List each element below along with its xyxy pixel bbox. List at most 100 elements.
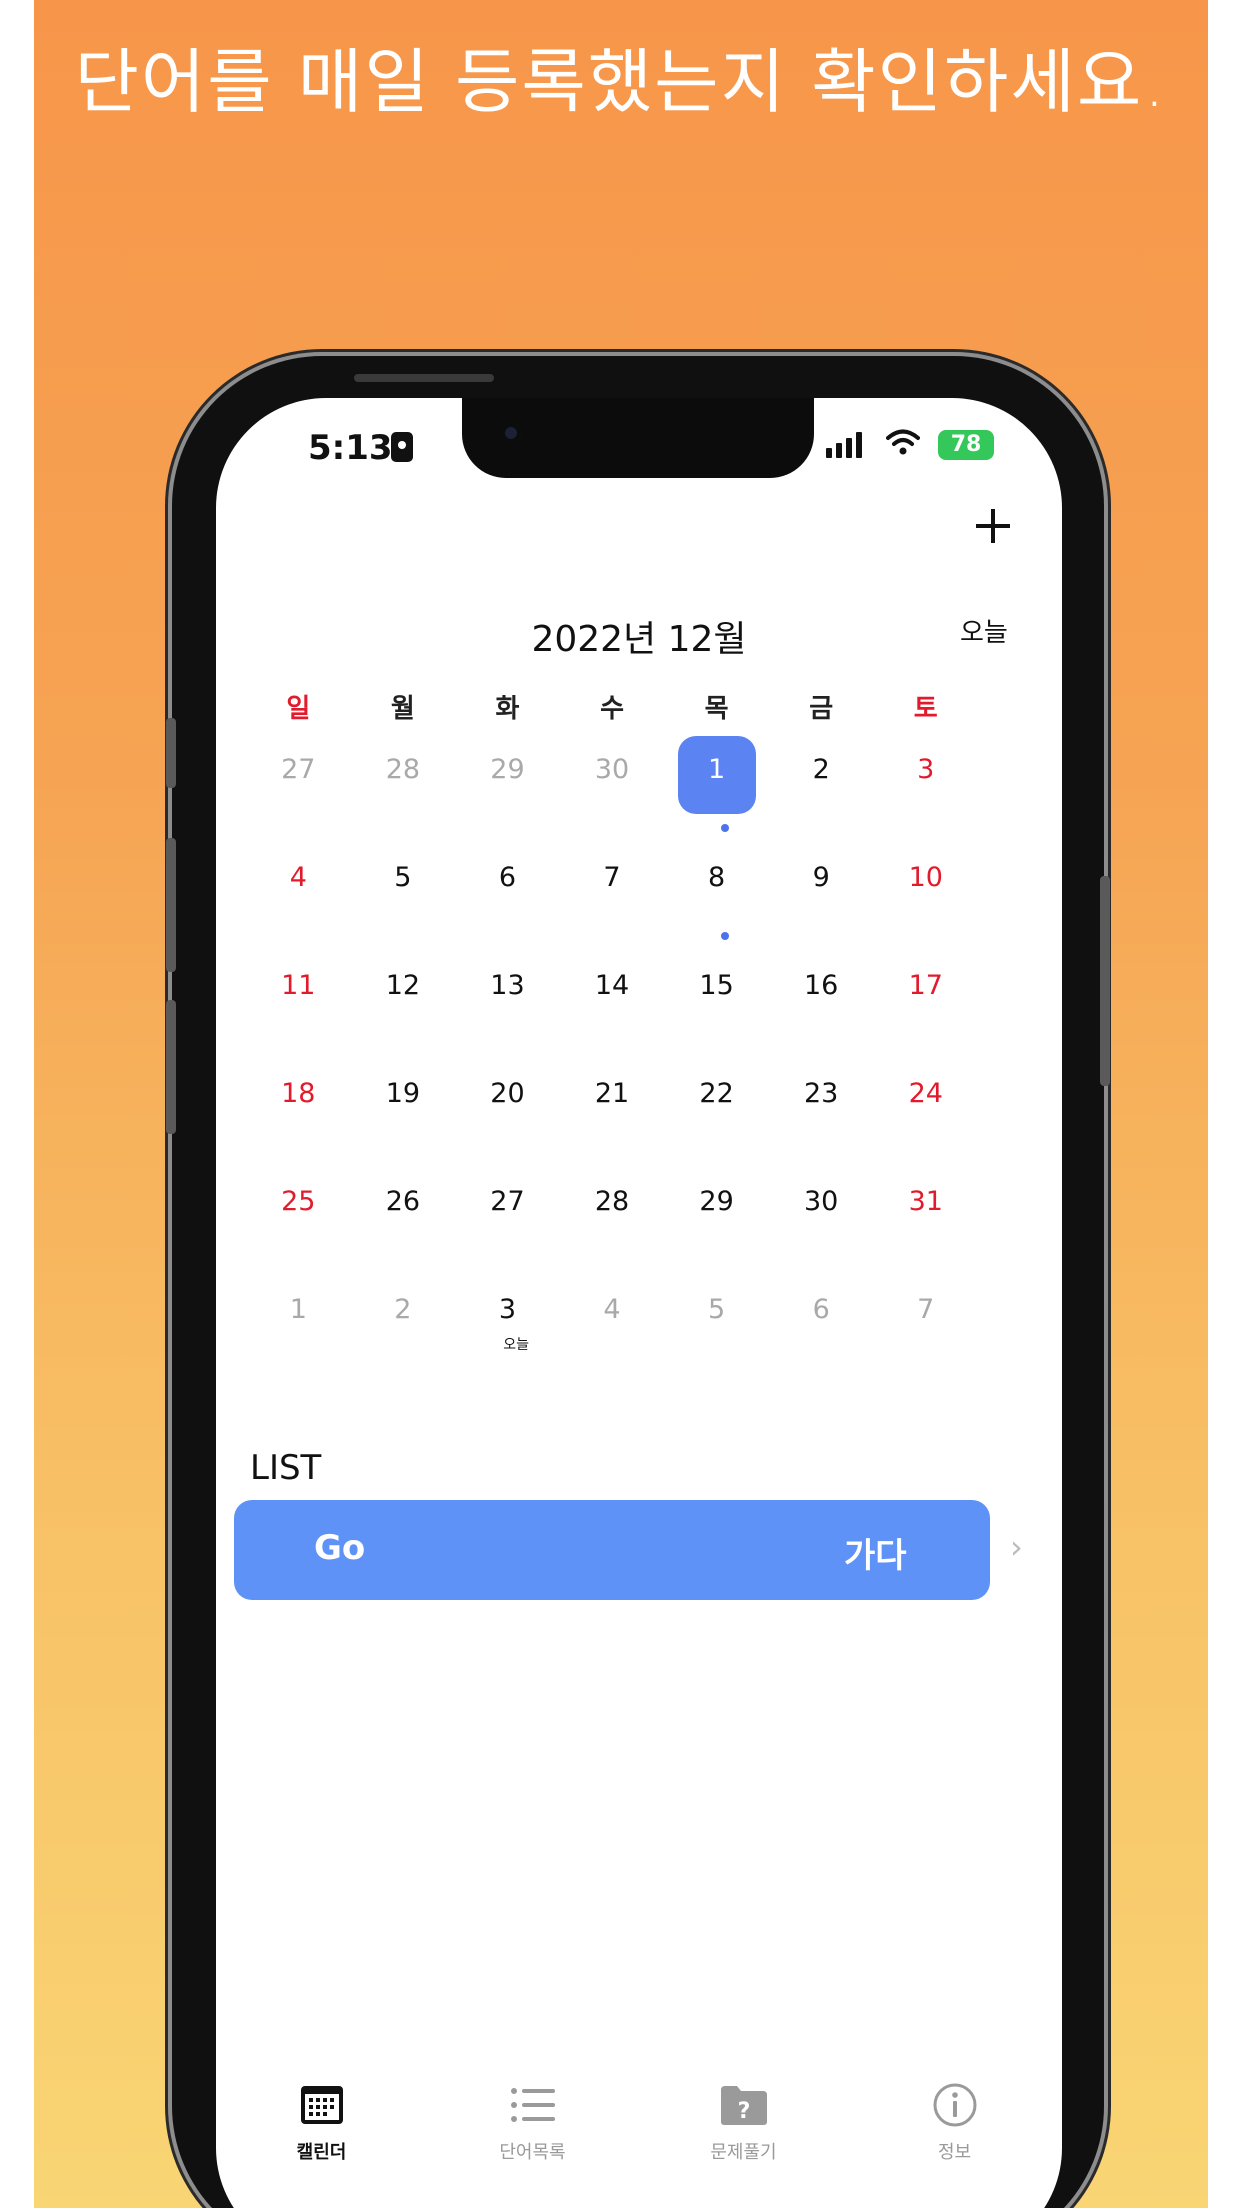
calendar-day[interactable]: 7 xyxy=(873,1276,978,1384)
power-button xyxy=(1100,876,1110,1086)
day-number: 20 xyxy=(490,1078,525,1109)
calendar-day[interactable]: 22 xyxy=(664,1060,769,1168)
calendar-grid: 일 월 화 수 목 금 토 27 28 29 30 1 2 3 4 5 6 7 8 9 10 11 12 13 1… xyxy=(246,688,978,1384)
day-number: 25 xyxy=(281,1186,316,1217)
day-number: 31 xyxy=(908,1186,943,1217)
calendar-day[interactable]: 28 xyxy=(351,736,456,844)
tab-bar: 캘린더 단어목록 ? 문제풀기 정보 xyxy=(216,2078,1062,2198)
tab-calendar[interactable]: 캘린더 xyxy=(216,2078,427,2198)
calendar-day[interactable]: 9 xyxy=(769,844,874,952)
signal-icon xyxy=(826,432,862,458)
tab-info[interactable]: 정보 xyxy=(849,2078,1060,2198)
calendar-day[interactable]: 31 xyxy=(873,1168,978,1276)
lock-icon xyxy=(391,432,413,462)
calendar-day[interactable]: 4 xyxy=(560,1276,665,1384)
day-number: 17 xyxy=(908,970,943,1001)
calendar-day[interactable]: 27 xyxy=(455,1168,560,1276)
day-number: 6 xyxy=(812,1294,830,1325)
chevron-right-icon[interactable]: › xyxy=(1010,1528,1023,1566)
calendar-day[interactable]: 10 xyxy=(873,844,978,952)
calendar-day[interactable]: 18 xyxy=(246,1060,351,1168)
day-number: 12 xyxy=(385,970,421,1001)
day-number: 19 xyxy=(385,1078,421,1109)
calendar-day[interactable]: 30 xyxy=(769,1168,874,1276)
meaning-text: 가다 xyxy=(844,1536,907,1576)
add-button[interactable] xyxy=(974,502,1012,554)
calendar-day[interactable]: 12 xyxy=(351,952,456,1060)
day-number: 11 xyxy=(281,970,316,1001)
calendar-day[interactable]: 17 xyxy=(873,952,978,1060)
day-number: 5 xyxy=(708,1294,726,1325)
calendar-day-selected[interactable]: 1 xyxy=(664,736,769,844)
calendar-day[interactable]: 24 xyxy=(873,1060,978,1168)
calendar-day[interactable]: 7 xyxy=(560,844,665,952)
day-number: 29 xyxy=(490,754,525,785)
calendar-day[interactable]: 19 xyxy=(351,1060,456,1168)
calendar-day[interactable]: 3 xyxy=(873,736,978,844)
weekday-header: 일 월 화 수 목 금 토 xyxy=(246,688,978,736)
phone-speaker xyxy=(354,374,494,382)
calendar-day[interactable]: 13 xyxy=(455,952,560,1060)
calendar-week-row: 27 28 29 30 1 2 3 xyxy=(246,736,978,844)
calendar-day[interactable]: 25 xyxy=(246,1168,351,1276)
calendar-day[interactable]: 23 xyxy=(769,1060,874,1168)
tab-label: 정보 xyxy=(937,2142,972,2163)
plus-icon xyxy=(976,509,1010,543)
day-number: 15 xyxy=(699,970,734,1001)
day-number: 13 xyxy=(490,970,525,1001)
volume-down-button xyxy=(166,1000,176,1134)
tab-word-list[interactable]: 단어목록 xyxy=(427,2078,638,2198)
calendar-day[interactable]: 21 xyxy=(560,1060,665,1168)
day-number: 2 xyxy=(394,1294,412,1325)
day-number: 4 xyxy=(289,862,307,893)
day-number: 1 xyxy=(289,1294,307,1325)
calendar-day[interactable]: 2 xyxy=(769,736,874,844)
calendar-day[interactable]: 6 xyxy=(769,1276,874,1384)
calendar-day[interactable]: 11 xyxy=(246,952,351,1060)
calendar-day[interactable]: 5 xyxy=(351,844,456,952)
day-number: 28 xyxy=(385,754,421,785)
calendar-day[interactable]: 29 xyxy=(664,1168,769,1276)
calendar-day[interactable]: 29 xyxy=(455,736,560,844)
calendar-day[interactable]: 14 xyxy=(560,952,665,1060)
calendar-day[interactable]: 16 xyxy=(769,952,874,1060)
list-item[interactable]: Go 가다 xyxy=(234,1500,990,1600)
calendar-day[interactable]: 8 xyxy=(664,844,769,952)
battery-indicator: 78 xyxy=(938,430,994,460)
calendar-day[interactable]: 28 xyxy=(560,1168,665,1276)
day-number: 27 xyxy=(490,1186,525,1217)
day-number: 6 xyxy=(498,862,517,893)
calendar-day[interactable]: 30 xyxy=(560,736,665,844)
day-number: 27 xyxy=(281,754,316,785)
weekday-label: 토 xyxy=(913,694,938,724)
calendar-day[interactable]: 15 xyxy=(664,952,769,1060)
day-number: 18 xyxy=(281,1078,316,1109)
calendar-week-row: 18 19 20 21 22 23 24 xyxy=(246,1060,978,1168)
day-number: 8 xyxy=(708,862,726,893)
weekday-label: 수 xyxy=(600,694,624,724)
calendar-day[interactable]: 3 오늘 xyxy=(455,1276,560,1384)
day-number: 3 xyxy=(917,754,935,785)
day-number: 23 xyxy=(804,1078,839,1109)
status-time: 5:13 xyxy=(308,428,393,468)
tab-quiz[interactable]: ? 문제풀기 xyxy=(638,2078,849,2198)
day-number: 21 xyxy=(594,1078,630,1109)
volume-up-button xyxy=(166,838,176,972)
calendar-day[interactable]: 26 xyxy=(351,1168,456,1276)
calendar-day[interactable]: 20 xyxy=(455,1060,560,1168)
today-button[interactable]: 오늘 xyxy=(960,612,1008,649)
calendar-day[interactable]: 6 xyxy=(455,844,560,952)
calendar-day[interactable]: 1 xyxy=(246,1276,351,1384)
calendar-day[interactable]: 5 xyxy=(664,1276,769,1384)
calendar-week-row: 25 26 27 28 29 30 31 xyxy=(246,1168,978,1276)
notch xyxy=(462,398,814,478)
day-number: 30 xyxy=(594,754,630,785)
calendar-day[interactable]: 4 xyxy=(246,844,351,952)
day-number: 22 xyxy=(699,1078,734,1109)
calendar-week-row: 11 12 13 14 15 16 17 xyxy=(246,952,978,1060)
list-label: LIST xyxy=(250,1448,322,1488)
calendar-day[interactable]: 2 xyxy=(351,1276,456,1384)
calendar-day[interactable]: 27 xyxy=(246,736,351,844)
day-number: 14 xyxy=(594,970,630,1001)
day-number: 16 xyxy=(804,970,839,1001)
